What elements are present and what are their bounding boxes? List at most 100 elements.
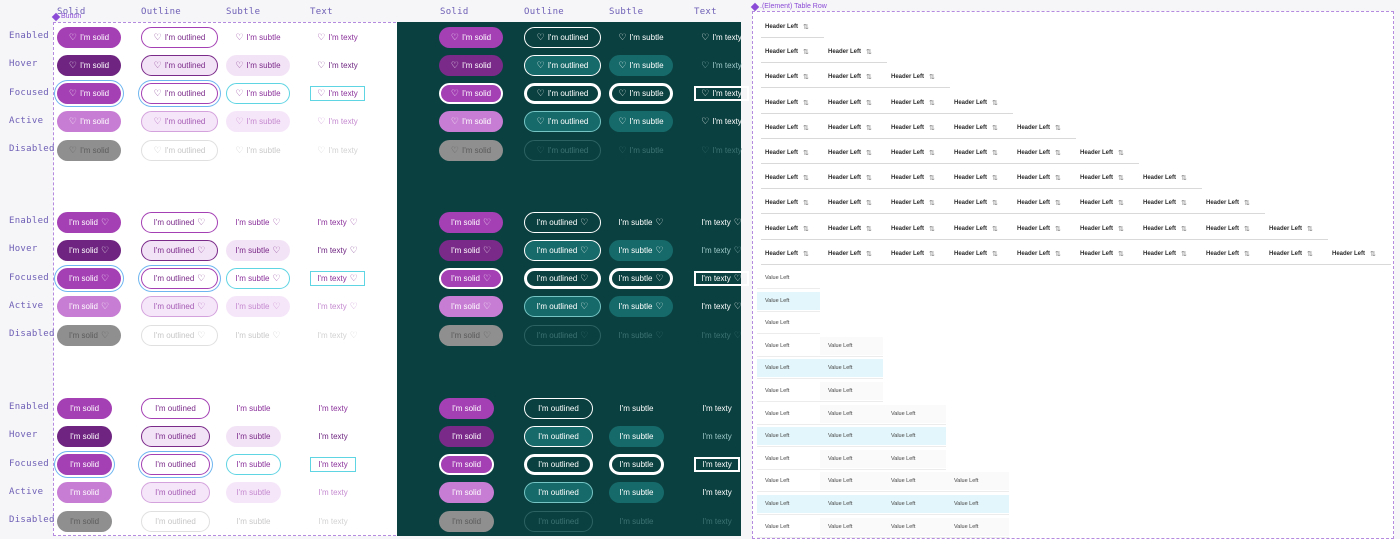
solid-button-dark-active[interactable]: I'm solid — [439, 482, 494, 504]
sort-icon[interactable]: ⇅ — [992, 174, 998, 182]
table-header-cell[interactable]: Header Left ⇅ — [828, 174, 872, 182]
sort-icon[interactable]: ⇅ — [929, 199, 935, 207]
table-value-cell[interactable]: Value Left — [820, 472, 883, 491]
text-button-dark-active[interactable]: I'm texty — [694, 485, 740, 500]
sort-icon[interactable]: ⇅ — [992, 99, 998, 107]
sort-icon[interactable]: ⇅ — [803, 23, 809, 31]
table-header-cell[interactable]: Header Left ⇅ — [765, 174, 809, 182]
table-header-cell[interactable]: Header Left ⇅ — [765, 73, 809, 81]
table-header-cell[interactable]: Header Left ⇅ — [828, 199, 872, 207]
sort-icon[interactable]: ⇅ — [992, 149, 998, 157]
sort-icon[interactable]: ⇅ — [866, 48, 872, 56]
sort-icon[interactable]: ⇅ — [929, 73, 935, 81]
sort-icon[interactable]: ⇅ — [803, 199, 809, 207]
table-value-cell[interactable]: Value Left — [820, 517, 883, 536]
text-button-dark-hover[interactable]: I'm texty ♡ — [694, 243, 749, 258]
table-header-cell[interactable]: Header Left ⇅ — [828, 250, 872, 258]
text-button-dark-enabled[interactable]: I'm texty ♡ — [694, 215, 749, 230]
table-value-cell[interactable]: Value Left — [757, 337, 820, 355]
subtle-button-dark-focused[interactable]: ♡ I'm subtle — [609, 83, 673, 105]
table-header-cell[interactable]: Header Left ⇅ — [1269, 250, 1313, 258]
table-header-cell[interactable]: Header Left ⇅ — [891, 225, 935, 233]
sort-icon[interactable]: ⇅ — [866, 73, 872, 81]
solid-button-light-focused[interactable]: I'm solid ♡ — [57, 268, 121, 290]
outline-button-light-enabled[interactable]: ♡ I'm outlined — [141, 26, 218, 48]
sort-icon[interactable]: ⇅ — [866, 250, 872, 258]
sort-icon[interactable]: ⇅ — [929, 250, 935, 258]
outline-button-light-active[interactable]: I'm outlined ♡ — [141, 296, 218, 318]
table-value-cell[interactable]: Value Left — [946, 495, 1009, 513]
table-header-cell[interactable]: Header Left ⇅ — [891, 149, 935, 157]
solid-button-light-active[interactable]: I'm solid ♡ — [57, 296, 121, 318]
solid-button-light-enabled[interactable]: ♡ I'm solid — [57, 26, 121, 48]
table-header-cell[interactable]: Header Left ⇅ — [1206, 225, 1250, 233]
table-header-cell[interactable]: Header Left ⇅ — [954, 149, 998, 157]
table-header-cell[interactable]: Header Left ⇅ — [1143, 199, 1187, 207]
sort-icon[interactable]: ⇅ — [1055, 225, 1061, 233]
sort-icon[interactable]: ⇅ — [866, 225, 872, 233]
outline-button-dark-hover[interactable]: I'm outlined ♡ — [524, 239, 601, 261]
outline-button-light-focused[interactable]: I'm outlined — [141, 454, 210, 476]
sort-icon[interactable]: ⇅ — [929, 225, 935, 233]
sort-icon[interactable]: ⇅ — [1181, 250, 1187, 258]
sort-icon[interactable]: ⇅ — [803, 48, 809, 56]
sort-icon[interactable]: ⇅ — [803, 225, 809, 233]
subtle-button-dark-active[interactable]: I'm subtle ♡ — [609, 296, 673, 318]
table-value-cell[interactable]: Value Left — [757, 450, 820, 468]
solid-button-dark-active[interactable]: ♡ I'm solid — [439, 111, 503, 133]
text-button-dark-focused[interactable]: I'm texty — [694, 457, 740, 473]
solid-button-light-hover[interactable]: I'm solid — [57, 425, 112, 447]
table-header-cell[interactable]: Header Left ⇅ — [828, 73, 872, 81]
sort-icon[interactable]: ⇅ — [992, 199, 998, 207]
solid-button-dark-enabled[interactable]: I'm solid — [439, 397, 494, 419]
outline-button-dark-active[interactable]: I'm outlined — [524, 482, 593, 504]
sort-icon[interactable]: ⇅ — [866, 124, 872, 132]
sort-icon[interactable]: ⇅ — [1055, 124, 1061, 132]
table-value-cell[interactable]: Value Left — [883, 404, 946, 423]
sort-icon[interactable]: ⇅ — [866, 99, 872, 107]
sort-icon[interactable]: ⇅ — [1118, 149, 1124, 157]
subtle-button-dark-active[interactable]: ♡ I'm subtle — [609, 111, 673, 133]
subtle-button-light-enabled[interactable]: ♡ I'm subtle — [226, 27, 290, 48]
text-button-dark-active[interactable]: ♡ I'm texty — [694, 114, 749, 129]
table-header-cell[interactable]: Header Left ⇅ — [1080, 250, 1124, 258]
table-header-cell[interactable]: Header Left ⇅ — [891, 199, 935, 207]
table-header-cell[interactable]: Header Left ⇅ — [891, 73, 935, 81]
subtle-button-light-enabled[interactable]: I'm subtle — [226, 398, 281, 419]
table-value-cell[interactable]: Value Left — [820, 495, 883, 513]
table-value-cell[interactable]: Value Left — [757, 472, 820, 490]
subtle-button-light-active[interactable]: I'm subtle ♡ — [226, 296, 290, 318]
solid-button-dark-enabled[interactable]: I'm solid ♡ — [439, 211, 503, 233]
sort-icon[interactable]: ⇅ — [866, 149, 872, 157]
outline-button-light-focused[interactable]: I'm outlined ♡ — [141, 268, 218, 290]
sort-icon[interactable]: ⇅ — [929, 99, 935, 107]
table-value-cell[interactable]: Value Left — [946, 517, 1009, 536]
subtle-button-dark-active[interactable]: I'm subtle — [609, 482, 664, 504]
table-header-cell[interactable]: Header Left ⇅ — [765, 124, 809, 132]
table-header-cell[interactable]: Header Left ⇅ — [1206, 250, 1250, 258]
subtle-button-light-focused[interactable]: ♡ I'm subtle — [226, 83, 290, 105]
table-header-cell[interactable]: Header Left ⇅ — [828, 124, 872, 132]
table-header-cell[interactable]: Header Left ⇅ — [954, 250, 998, 258]
text-button-light-hover[interactable]: I'm texty ♡ — [310, 243, 365, 258]
table-value-cell[interactable]: Value Left — [820, 359, 883, 378]
text-button-dark-enabled[interactable]: ♡ I'm texty — [694, 30, 749, 45]
solid-button-dark-focused[interactable]: ♡ I'm solid — [439, 83, 503, 105]
table-header-cell[interactable]: Header Left ⇅ — [1017, 149, 1061, 157]
sort-icon[interactable]: ⇅ — [1118, 174, 1124, 182]
table-header-cell[interactable]: Header Left ⇅ — [1269, 225, 1313, 233]
subtle-button-dark-hover[interactable]: ♡ I'm subtle — [609, 54, 673, 76]
table-header-cell[interactable]: Header Left ⇅ — [828, 225, 872, 233]
outline-button-dark-enabled[interactable]: I'm outlined — [524, 397, 593, 419]
outline-button-light-focused[interactable]: ♡ I'm outlined — [141, 83, 218, 105]
table-value-cell[interactable]: Value Left — [820, 404, 883, 423]
text-button-light-active[interactable]: ♡ I'm texty — [310, 114, 365, 129]
solid-button-light-hover[interactable]: I'm solid ♡ — [57, 239, 121, 261]
table-header-cell[interactable]: Header Left ⇅ — [1017, 124, 1061, 132]
solid-button-dark-focused[interactable]: I'm solid — [439, 454, 494, 476]
table-header-cell[interactable]: Header Left ⇅ — [1017, 174, 1061, 182]
table-value-cell[interactable]: Value Left — [820, 427, 883, 446]
text-button-dark-hover[interactable]: I'm texty — [694, 429, 740, 444]
table-value-cell[interactable]: Value Left — [757, 427, 820, 446]
outline-button-dark-hover[interactable]: I'm outlined — [524, 425, 593, 447]
